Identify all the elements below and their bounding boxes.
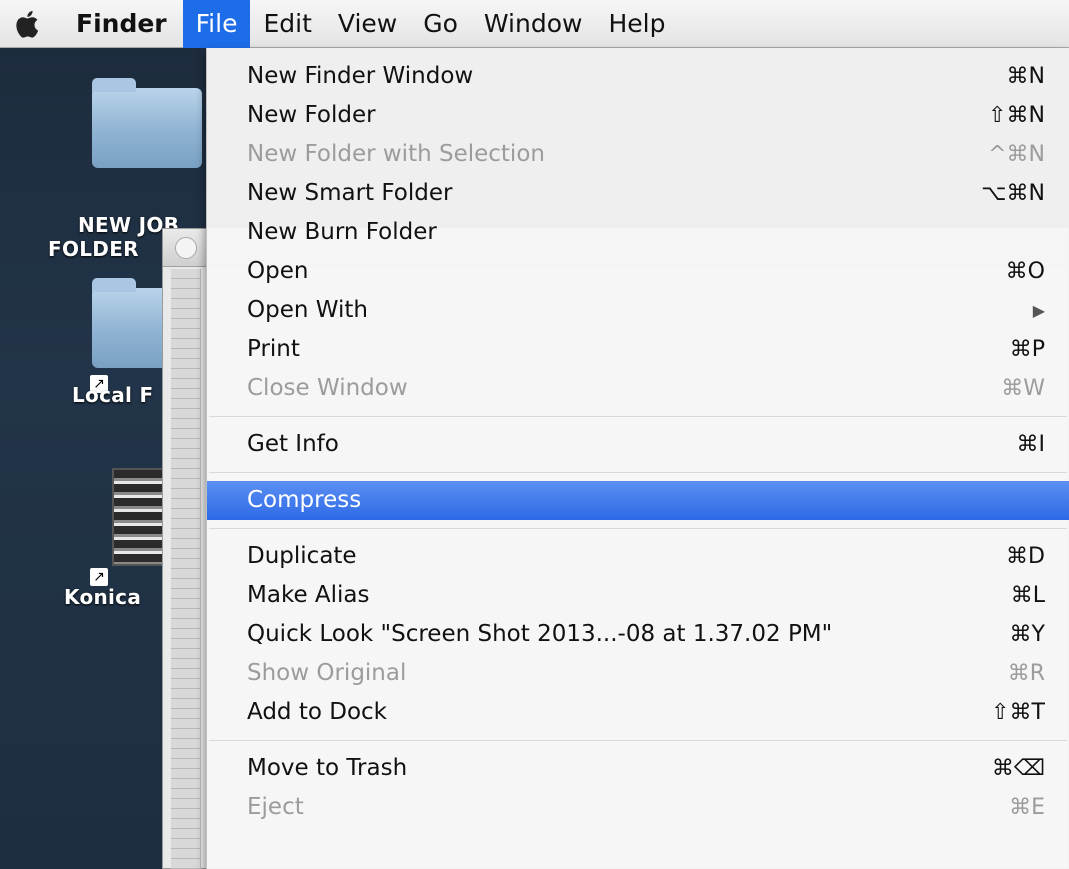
menu-item-label: Open With <box>247 297 368 323</box>
menu-item-shortcut: ⌘I <box>1016 432 1046 457</box>
menu-separator <box>207 408 1069 425</box>
window-close-button[interactable] <box>175 237 197 259</box>
menu-item-duplicate[interactable]: Duplicate ⌘D <box>207 537 1069 576</box>
desktop-icon-label: Local F <box>72 383 154 407</box>
folder-icon[interactable] <box>92 78 202 168</box>
menu-edit[interactable]: Edit <box>250 0 324 48</box>
menu-help[interactable]: Help <box>595 0 678 48</box>
submenu-arrow-icon: ▶ <box>1032 301 1045 320</box>
menu-item-shortcut: ⌘⌫ <box>991 756 1045 781</box>
menu-item-label: Eject <box>247 794 304 820</box>
menu-item-label: Make Alias <box>247 582 370 608</box>
menu-item-new-burn-folder[interactable]: New Burn Folder <box>207 213 1069 252</box>
menu-item-make-alias[interactable]: Make Alias ⌘L <box>207 576 1069 615</box>
menu-item-move-to-trash[interactable]: Move to Trash ⌘⌫ <box>207 749 1069 788</box>
apple-logo-icon <box>16 10 39 38</box>
menu-bar: Finder File Edit View Go Window Help <box>0 0 1069 48</box>
menu-item-eject: Eject ⌘E <box>207 788 1069 827</box>
menu-item-shortcut: ⇧⌘T <box>991 700 1045 725</box>
menu-finder[interactable]: Finder <box>56 0 183 48</box>
menu-item-shortcut: ⌘P <box>1009 337 1045 362</box>
menu-item-shortcut: ⌘W <box>1001 376 1045 401</box>
window-ruler <box>171 269 201 869</box>
menu-item-shortcut: ⌘O <box>1005 259 1045 284</box>
menu-view[interactable]: View <box>325 0 410 48</box>
menu-item-shortcut: ⌘N <box>1006 64 1045 89</box>
menu-item-get-info[interactable]: Get Info ⌘I <box>207 425 1069 464</box>
menu-item-shortcut: ⇧⌘N <box>988 103 1045 128</box>
desktop-icon-label: Konica <box>64 585 142 609</box>
menu-item-label: Print <box>247 336 300 362</box>
menu-item-show-original: Show Original ⌘R <box>207 654 1069 693</box>
menu-item-label: Close Window <box>247 375 408 401</box>
menu-item-label: Show Original <box>247 660 407 686</box>
menu-item-label: New Folder with Selection <box>247 141 545 167</box>
menu-item-label: New Finder Window <box>247 63 474 89</box>
menu-item-label: Open <box>247 258 309 284</box>
menu-item-label: Move to Trash <box>247 755 408 781</box>
menu-item-add-to-dock[interactable]: Add to Dock ⇧⌘T <box>207 693 1069 732</box>
menu-item-label: Compress <box>247 487 362 513</box>
menu-item-shortcut: ⌥⌘N <box>981 181 1045 206</box>
file-menu-dropdown: New Finder Window ⌘N New Folder ⇧⌘N New Fold… <box>206 48 1069 869</box>
menu-item-quick-look-screen-shot-2013-08-at-1-37-02-pm[interactable]: Quick Look "Screen Shot 2013...-08 at 1.… <box>207 615 1069 654</box>
menu-item-label: Add to Dock <box>247 699 387 725</box>
menu-item-close-window: Close Window ⌘W <box>207 369 1069 408</box>
menu-item-open-with[interactable]: Open With ▶ <box>207 291 1069 330</box>
menu-item-label: New Folder <box>247 102 376 128</box>
menu-item-open[interactable]: Open ⌘O <box>207 252 1069 291</box>
menu-item-label: Duplicate <box>247 543 357 569</box>
menu-item-shortcut: ⌘D <box>1006 544 1045 569</box>
menu-item-label: New Smart Folder <box>247 180 453 206</box>
menu-separator <box>207 520 1069 537</box>
menu-item-label: Quick Look "Screen Shot 2013...-08 at 1.… <box>247 621 833 647</box>
apple-logo-icon[interactable] <box>0 0 56 48</box>
menu-window[interactable]: Window <box>471 0 596 48</box>
menu-item-shortcut: ⌘L <box>1010 583 1045 608</box>
menu-separator <box>207 732 1069 749</box>
menu-separator <box>207 464 1069 481</box>
menu-item-shortcut: ⌘Y <box>1009 622 1045 647</box>
desktop-icon-label: FOLDER <box>48 237 139 261</box>
menu-file[interactable]: File <box>182 0 251 48</box>
menu-item-shortcut: ⌘R <box>1007 661 1045 686</box>
menu-item-new-folder-with-selection: New Folder with Selection ^⌘N <box>207 135 1069 174</box>
menu-item-new-finder-window[interactable]: New Finder Window ⌘N <box>207 57 1069 96</box>
menu-item-shortcut: ⌘E <box>1009 795 1045 820</box>
menu-item-label: New Burn Folder <box>247 219 437 245</box>
menu-item-new-smart-folder[interactable]: New Smart Folder ⌥⌘N <box>207 174 1069 213</box>
menu-item-compress[interactable]: Compress <box>207 481 1069 520</box>
menu-item-new-folder[interactable]: New Folder ⇧⌘N <box>207 96 1069 135</box>
menu-item-print[interactable]: Print ⌘P <box>207 330 1069 369</box>
menu-item-label: Get Info <box>247 431 339 457</box>
menu-item-shortcut: ^⌘N <box>988 142 1045 167</box>
menu-go[interactable]: Go <box>410 0 471 48</box>
